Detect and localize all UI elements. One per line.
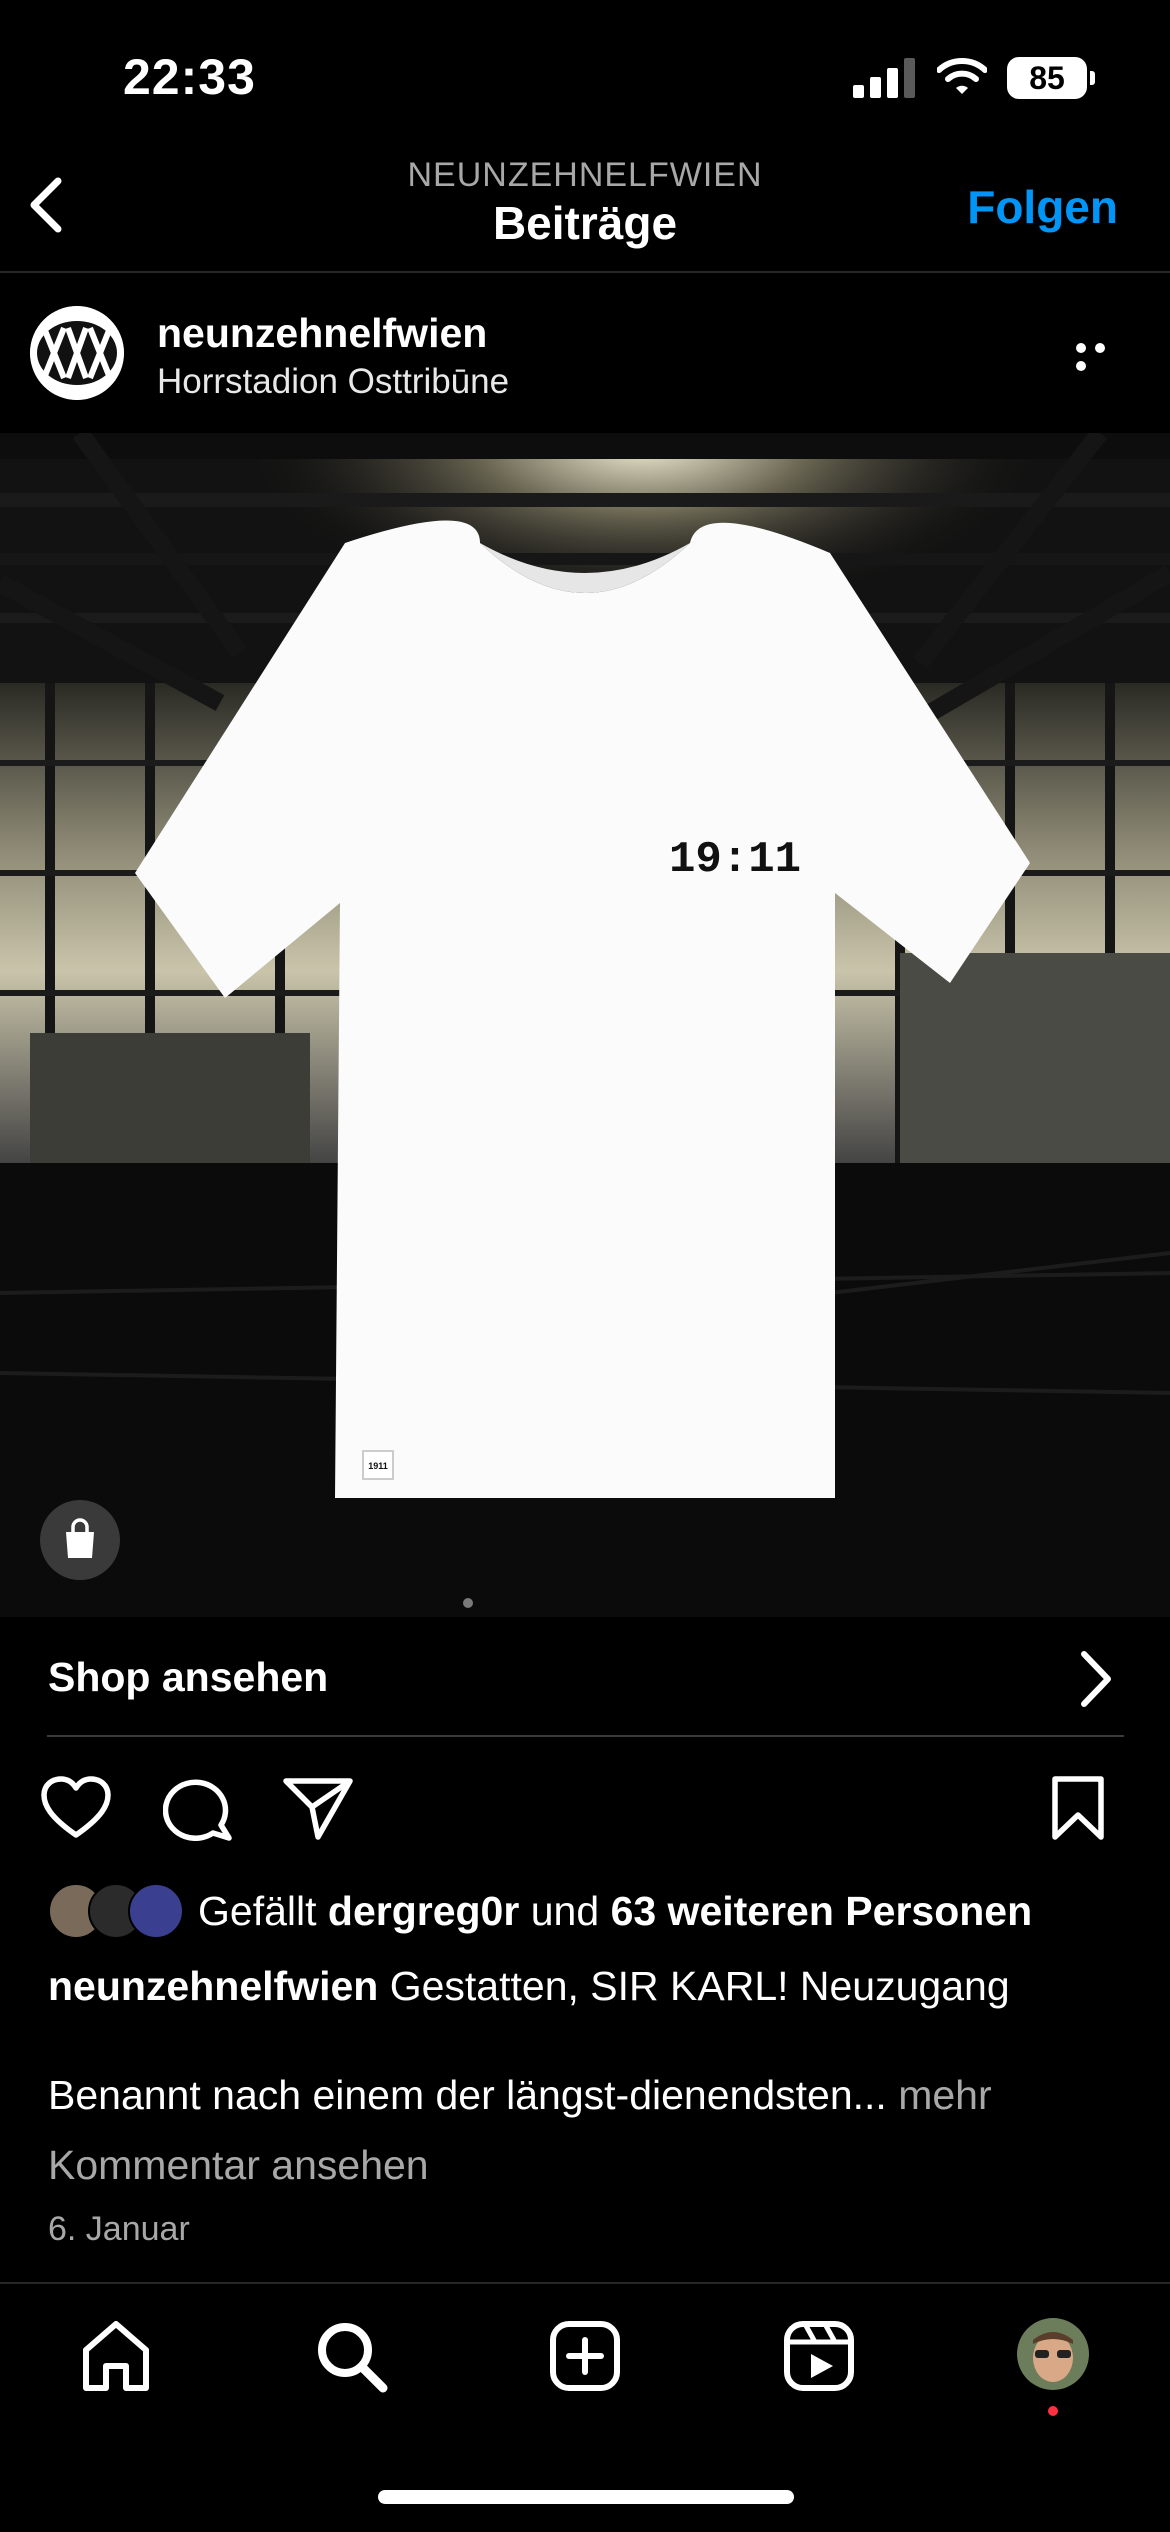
brand-logo-icon [30, 306, 124, 400]
cellular-signal-icon [853, 58, 915, 98]
header-divider [0, 271, 1170, 273]
shop-divider [47, 1735, 1124, 1737]
avatar [128, 1883, 184, 1939]
notification-dot [1048, 2406, 1058, 2416]
carousel-indicator [463, 1598, 473, 1608]
caption-continuation: Benannt nach einem der längst-dienendste… [48, 2072, 992, 2119]
post-avatar[interactable] [30, 306, 124, 400]
share-icon[interactable] [282, 1775, 354, 1841]
status-time: 22:33 [123, 49, 256, 105]
likes-conj: und [530, 1888, 600, 1934]
view-comments-link[interactable]: Kommentar ansehen [48, 2142, 429, 2189]
likes-summary[interactable]: Gefällt dergreg0r und 63 weiteren Person… [198, 1888, 1032, 1935]
shop-label[interactable]: Shop ansehen [48, 1654, 328, 1701]
bookmark-icon[interactable] [1050, 1775, 1106, 1841]
post-location[interactable]: Horrstadion Osttribūne [157, 362, 509, 402]
reels-icon[interactable] [781, 2318, 857, 2394]
liked-by-avatars[interactable] [48, 1883, 184, 1939]
home-icon[interactable] [78, 2318, 154, 2394]
create-icon[interactable] [547, 2318, 623, 2394]
wifi-icon [937, 58, 987, 94]
likes-prefix: Gefällt [198, 1888, 317, 1934]
chevron-right-icon[interactable] [1078, 1650, 1114, 1708]
liked-by-user[interactable]: dergreg0r [328, 1888, 519, 1934]
caption: neunzehnelfwien Gestatten, SIR KARL! Neu… [48, 1963, 1010, 2010]
likes-others[interactable]: 63 weiteren Personen [611, 1888, 1033, 1934]
search-icon[interactable] [313, 2318, 389, 2394]
tshirt-photo: 19:11 1911 [0, 433, 1170, 1617]
home-indicator[interactable] [378, 2490, 794, 2504]
battery-indicator: 85 [1007, 57, 1095, 99]
post-username[interactable]: neunzehnelfwien [157, 310, 487, 357]
shopping-bag-icon[interactable] [40, 1500, 120, 1580]
follow-button[interactable]: Folgen [967, 180, 1118, 234]
caption-more-link[interactable]: mehr [898, 2072, 991, 2118]
shirt-label-text: 1911 [368, 1461, 388, 1471]
caption-text: Gestatten, SIR KARL! Neuzugang [389, 1963, 1010, 2009]
post-date: 6. Januar [48, 2210, 190, 2248]
heart-icon[interactable] [40, 1775, 112, 1841]
tabbar-divider [0, 2282, 1170, 2284]
shirt-print-text: 19:11 [669, 835, 801, 885]
comment-icon[interactable] [163, 1775, 233, 1841]
caption-continuation-text: Benannt nach einem der längst-dienendste… [48, 2072, 887, 2118]
post-image[interactable]: 19:11 1911 [0, 433, 1170, 1617]
caption-username[interactable]: neunzehnelfwien [48, 1963, 378, 2009]
more-options-icon[interactable] [1076, 340, 1130, 371]
profile-avatar[interactable] [1017, 2318, 1089, 2390]
